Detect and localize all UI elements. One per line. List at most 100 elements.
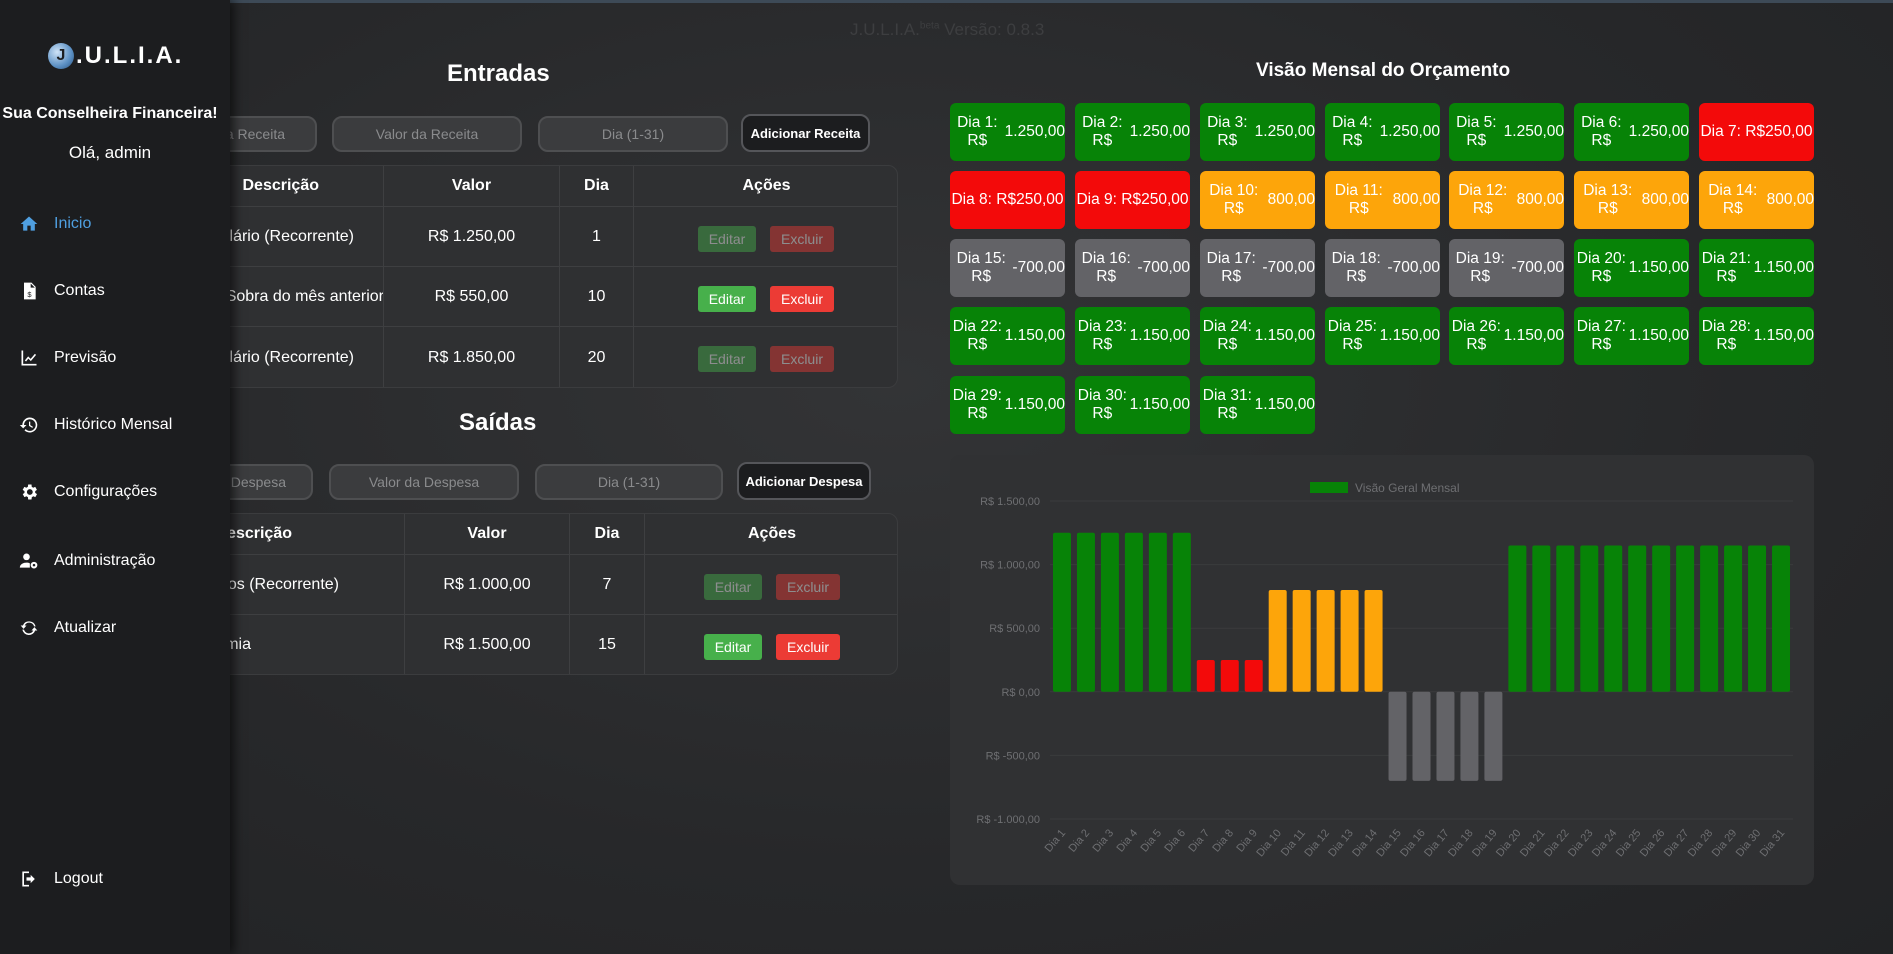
day-box-label: Dia 5: R$ <box>1456 114 1497 149</box>
day-box-amount: 1.250,00 <box>1254 123 1315 140</box>
day-box: Dia 24: R$ 1.150,00 <box>1200 307 1315 365</box>
user-gear-icon <box>18 550 40 572</box>
day-box-label: Dia 11: R$ <box>1334 182 1383 217</box>
day-box: Dia 13: R$ 800,00 <box>1574 171 1689 229</box>
legend-label: Visão Geral Mensal <box>1355 481 1460 495</box>
day-box-amount: 250,00 <box>1765 123 1813 140</box>
x-tick-label: Dia 19 <box>1470 827 1500 859</box>
x-tick-label: Dia 10 <box>1254 827 1284 859</box>
table-cell-actions <box>633 326 897 387</box>
day-box-amount: 800,00 <box>1641 191 1689 208</box>
chart-bar <box>1700 545 1719 692</box>
x-tick-label: Dia 15 <box>1374 827 1404 859</box>
day-box-label: Dia 27: R$ <box>1576 318 1626 353</box>
chart-bar <box>1532 545 1551 692</box>
y-tick-label: R$ -1.000,00 <box>976 814 1040 826</box>
chart-bar <box>1724 545 1743 692</box>
sidebar-item-configuracoes[interactable]: Configurações <box>18 477 157 507</box>
delete-button[interactable]: Excluir <box>776 574 840 600</box>
sidebar-item-previsao[interactable]: Previsão <box>18 343 116 373</box>
day-box: Dia 31: R$ 1.150,00 <box>1200 376 1315 434</box>
day-box: Dia 7: R$ 250,00 <box>1699 103 1814 161</box>
receita-value-input[interactable]: Valor da Receita <box>332 116 522 152</box>
day-box-amount: 1.150,00 <box>1004 327 1065 344</box>
x-tick-label: Dia 20 <box>1494 827 1524 859</box>
sidebar-item-label: Administração <box>54 552 156 569</box>
day-box-label: Dia 12: R$ <box>1458 182 1508 217</box>
x-tick-label: Dia 4 <box>1114 827 1140 854</box>
x-tick-label: Dia 8 <box>1210 827 1236 854</box>
table-cell-value: R$ 1.250,00 <box>383 206 560 267</box>
despesa-day-input[interactable]: Dia (1-31) <box>535 464 723 500</box>
day-box-label: Dia 8: R$ <box>951 191 1017 208</box>
chart-bar <box>1316 590 1335 692</box>
sidebar-item-administracao[interactable]: Administração <box>18 546 155 576</box>
sidebar-item-contas[interactable]: $ Contas <box>18 276 105 306</box>
chart-bar <box>1676 545 1695 692</box>
logout-button[interactable]: Logout <box>18 864 103 894</box>
day-box-label: Dia 20: R$ <box>1576 250 1626 285</box>
home-icon <box>18 213 40 235</box>
chart-card: R$ 1.500,00 R$ 1.000,00 R$ 500,00 R$ 0,00 R$… <box>950 455 1814 885</box>
edit-button[interactable]: Editar <box>698 346 756 372</box>
chart-bar <box>1076 532 1095 692</box>
x-tick-label: Dia 6 <box>1162 827 1188 854</box>
delete-button[interactable]: Excluir <box>770 286 834 312</box>
edit-button[interactable]: Editar <box>704 574 762 600</box>
day-box-amount: 1.150,00 <box>1004 396 1065 413</box>
x-tick-label: Dia 23 <box>1566 827 1596 859</box>
chart-bar <box>1604 545 1623 692</box>
table-header-acoes: Ações <box>644 514 897 555</box>
y-tick-label: R$ 0,00 <box>1001 687 1040 699</box>
add-receita-button[interactable]: Adicionar Receita <box>741 114 870 152</box>
chart-bar <box>1364 590 1383 692</box>
sidebar-item-inicio[interactable]: Inicio <box>18 209 91 239</box>
day-box: Dia 20: R$ 1.150,00 <box>1574 239 1689 297</box>
day-box-amount: 1.150,00 <box>1129 396 1190 413</box>
sidebar-item-atualizar[interactable]: Atualizar <box>18 613 116 643</box>
x-tick-label: Dia 22 <box>1542 827 1572 859</box>
day-box-label: Dia 1: R$ <box>957 114 998 149</box>
add-despesa-button[interactable]: Adicionar Despesa <box>737 462 871 500</box>
x-tick-label: Dia 18 <box>1446 827 1476 859</box>
chart-bar <box>1388 691 1407 781</box>
y-tick-label: R$ 1.000,00 <box>980 560 1040 572</box>
day-box-label: Dia 6: R$ <box>1581 114 1622 149</box>
table-header-acoes: Ações <box>633 166 897 207</box>
edit-button[interactable]: Editar <box>698 226 756 252</box>
table-header-valor: Valor <box>404 514 570 555</box>
chart-bar <box>1556 545 1575 692</box>
edit-button[interactable]: Editar <box>704 634 762 660</box>
edit-button[interactable]: Editar <box>698 286 756 312</box>
x-tick-label: Dia 13 <box>1326 827 1356 859</box>
day-box-amount: -700,00 <box>1012 259 1065 276</box>
day-box-amount: 1.150,00 <box>1753 259 1814 276</box>
day-box: Dia 22: R$ 1.150,00 <box>950 307 1065 365</box>
receita-day-input[interactable]: Dia (1-31) <box>538 116 728 152</box>
x-tick-label: Dia 30 <box>1734 827 1764 859</box>
chart-bar <box>1748 545 1767 692</box>
logo[interactable]: J .U.L.I.A. <box>48 42 183 70</box>
x-tick-label: Dia 5 <box>1138 827 1164 854</box>
x-tick-label: Dia 17 <box>1422 827 1452 859</box>
version-label: J.U.L.I.A.beta Versão: 0.8.3 <box>850 20 1044 40</box>
day-box: Dia 15: R$ -700,00 <box>950 239 1065 297</box>
delete-button[interactable]: Excluir <box>770 226 834 252</box>
despesa-value-input[interactable]: Valor da Despesa <box>329 464 519 500</box>
day-box-label: Dia 17: R$ <box>1206 250 1256 285</box>
day-box-amount: 1.150,00 <box>1628 259 1689 276</box>
day-box-amount: 800,00 <box>1766 191 1814 208</box>
gear-icon <box>18 481 40 503</box>
day-box-label: Dia 16: R$ <box>1081 250 1131 285</box>
history-icon <box>18 414 40 436</box>
day-box-label: Dia 25: R$ <box>1327 318 1377 353</box>
table-cell-value: R$ 1.000,00 <box>404 554 570 615</box>
day-box-label: Dia 28: R$ <box>1701 318 1751 353</box>
table-cell-value: R$ 1.850,00 <box>383 326 560 387</box>
delete-button[interactable]: Excluir <box>770 346 834 372</box>
sidebar-item-historico[interactable]: Histórico Mensal <box>18 410 172 440</box>
delete-button[interactable]: Excluir <box>776 634 840 660</box>
day-box-label: Dia 15: R$ <box>956 250 1006 285</box>
day-box-amount: -700,00 <box>1387 259 1440 276</box>
invoice-icon: $ <box>18 280 40 302</box>
